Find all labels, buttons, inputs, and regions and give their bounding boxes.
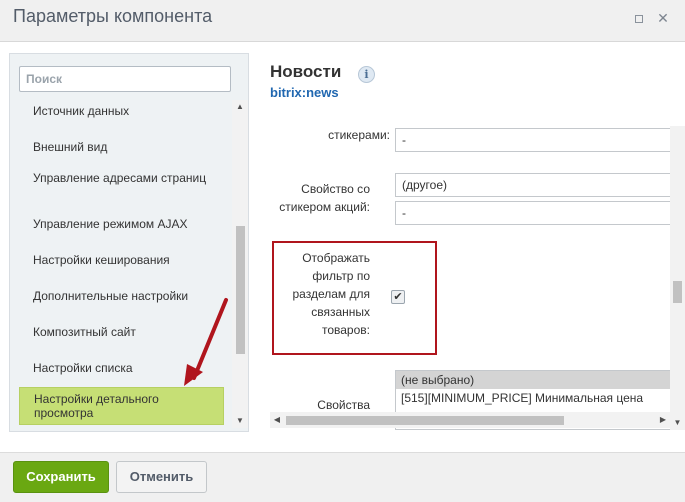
sidebar-item-ajax[interactable]: Управление режимом AJAX [19, 217, 224, 231]
scrollbar-thumb[interactable] [236, 226, 245, 354]
close-icon[interactable]: ✕ [656, 11, 670, 25]
properties-option[interactable]: [515][MINIMUM_PRICE] Минимальная цена [396, 389, 675, 407]
window-title: Параметры компонента [13, 6, 213, 26]
component-code: bitrix:news [270, 85, 339, 100]
sidebar-item-detail-view[interactable]: Настройки детального просмотра [19, 387, 224, 425]
sidebar-item-additional[interactable]: Дополнительные настройки [19, 289, 224, 303]
sidebar-item-data-source[interactable]: Источник данных [19, 104, 224, 118]
sidebar-item-list-settings[interactable]: Настройки списка [19, 361, 224, 375]
stickers-label: стикерами: [328, 128, 390, 142]
properties-option[interactable]: (не выбрано) [396, 371, 675, 389]
scrollbar-thumb[interactable] [673, 281, 682, 303]
scroll-left-icon[interactable]: ◀ [270, 412, 284, 428]
promo-sticker-label: Свойство со стикером акций: [279, 182, 370, 214]
component-title: Новости [270, 62, 342, 81]
sidebar-scrollbar[interactable]: ▲ ▼ [232, 100, 248, 428]
scroll-up-icon[interactable]: ▲ [232, 100, 248, 114]
scroll-down-icon[interactable]: ▼ [670, 416, 685, 430]
sidebar: Источник данных Внешний вид Управление а… [9, 53, 249, 432]
stickers-select[interactable]: - [395, 128, 676, 152]
sidebar-item-appearance[interactable]: Внешний вид [19, 140, 224, 154]
dialog-footer: Сохранить Отменить [0, 452, 685, 502]
scrollbar-thumb[interactable] [286, 416, 564, 425]
maximize-icon[interactable] [632, 11, 646, 25]
sidebar-item-url-management[interactable]: Управление адресами страниц [19, 171, 224, 185]
sidebar-item-composite[interactable]: Композитный сайт [19, 325, 224, 339]
filter-checkbox[interactable]: ✔ [391, 290, 405, 304]
cancel-button[interactable]: Отменить [116, 461, 207, 493]
sidebar-nav: Источник данных Внешний вид Управление а… [11, 100, 232, 428]
search-field[interactable] [19, 66, 231, 92]
content-hscrollbar[interactable]: ◀ ▶ [270, 412, 670, 428]
promo-sticker-select[interactable]: (другое) [395, 173, 676, 197]
scroll-right-icon[interactable]: ▶ [656, 412, 670, 428]
info-icon[interactable]: i [358, 66, 375, 83]
scroll-down-icon[interactable]: ▼ [232, 414, 248, 428]
window-titlebar: Параметры компонента ✕ [0, 0, 685, 42]
settings-content: стикерами: - Свойство со стикером акций:… [270, 126, 685, 430]
search-input[interactable] [20, 67, 230, 91]
save-button[interactable]: Сохранить [13, 461, 109, 493]
dialog-body: Источник данных Внешний вид Управление а… [0, 42, 685, 452]
promo-sticker-select-2[interactable]: - [395, 201, 676, 225]
content-scrollbar[interactable]: ▼ [670, 126, 685, 430]
filter-label: Отображать фильтр по разделам для связан… [292, 251, 371, 337]
sidebar-item-caching[interactable]: Настройки кеширования [19, 253, 224, 267]
